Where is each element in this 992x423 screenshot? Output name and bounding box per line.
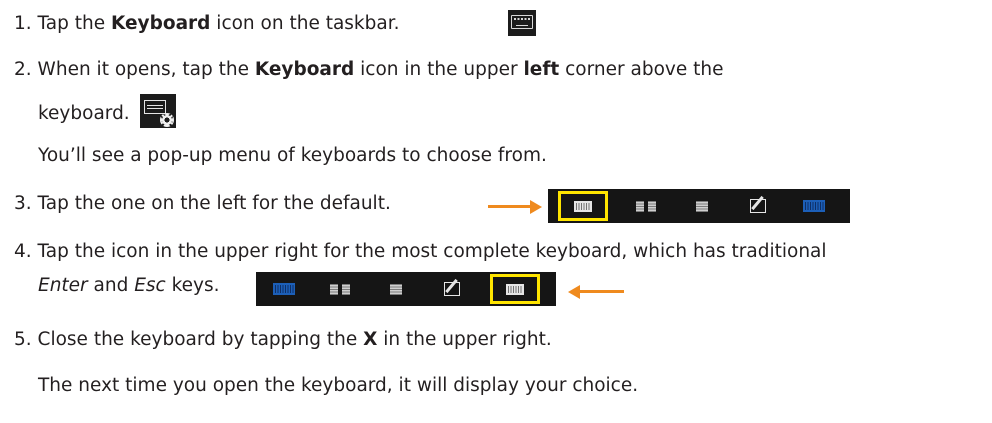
step-3: 3. Tap the one on the left for the defau… — [14, 193, 391, 214]
keyboard-chooser-default — [548, 189, 850, 223]
step-4: 4. Tap the icon in the upper right for t… — [14, 241, 827, 262]
step-2-continued: keyboard. — [38, 103, 130, 124]
step-1: 1. Tap the Keyboard icon on the taskbar. — [14, 13, 400, 34]
step-number: 3. — [14, 193, 32, 214]
handwriting-option[interactable] — [432, 272, 472, 306]
step-4-continued: Enter and Esc keys. — [38, 275, 220, 296]
step-2-note: You’ll see a pop-up menu of keyboards to… — [38, 145, 547, 166]
handwriting-icon — [750, 199, 766, 213]
step-2: 2. When it opens, tap the Keyboard icon … — [14, 59, 724, 80]
keyboard-default-blue-icon — [273, 283, 295, 295]
keyboard-full-option[interactable] — [490, 274, 540, 304]
keyboard-default-option[interactable] — [264, 272, 304, 306]
keyboard-split-option[interactable] — [320, 272, 360, 306]
keyboard-full-icon — [506, 283, 524, 295]
keyboard-gear-icon[interactable] — [140, 94, 176, 128]
keyboard-default-icon — [574, 200, 592, 212]
keyboard-full-option[interactable] — [794, 189, 834, 223]
keyboard-small-icon — [390, 283, 402, 295]
keyboard-small-option[interactable] — [376, 272, 416, 306]
step-number: 5. — [14, 329, 32, 350]
step-5-note: The next time you open the keyboard, it … — [38, 375, 639, 396]
keyboard-small-icon — [696, 200, 708, 212]
taskbar-keyboard-icon[interactable] — [508, 10, 536, 36]
arrow-left-icon — [568, 284, 624, 299]
step-5: 5. Close the keyboard by tapping the X i… — [14, 329, 552, 350]
keyboard-chooser-full — [256, 272, 556, 306]
gear-icon — [160, 113, 174, 127]
keyboard-split-option[interactable] — [626, 189, 666, 223]
handwriting-icon — [444, 282, 460, 296]
step-number: 2. — [14, 59, 32, 80]
arrow-right-icon — [488, 199, 542, 214]
keyboard-small-option[interactable] — [682, 189, 722, 223]
keyboard-split-icon — [636, 200, 656, 212]
keyboard-full-blue-icon — [803, 200, 825, 212]
keyboard-default-option[interactable] — [558, 191, 608, 221]
handwriting-option[interactable] — [738, 189, 778, 223]
step-number: 1. — [14, 13, 32, 34]
keyboard-split-icon — [330, 283, 350, 295]
step-number: 4. — [14, 241, 32, 262]
